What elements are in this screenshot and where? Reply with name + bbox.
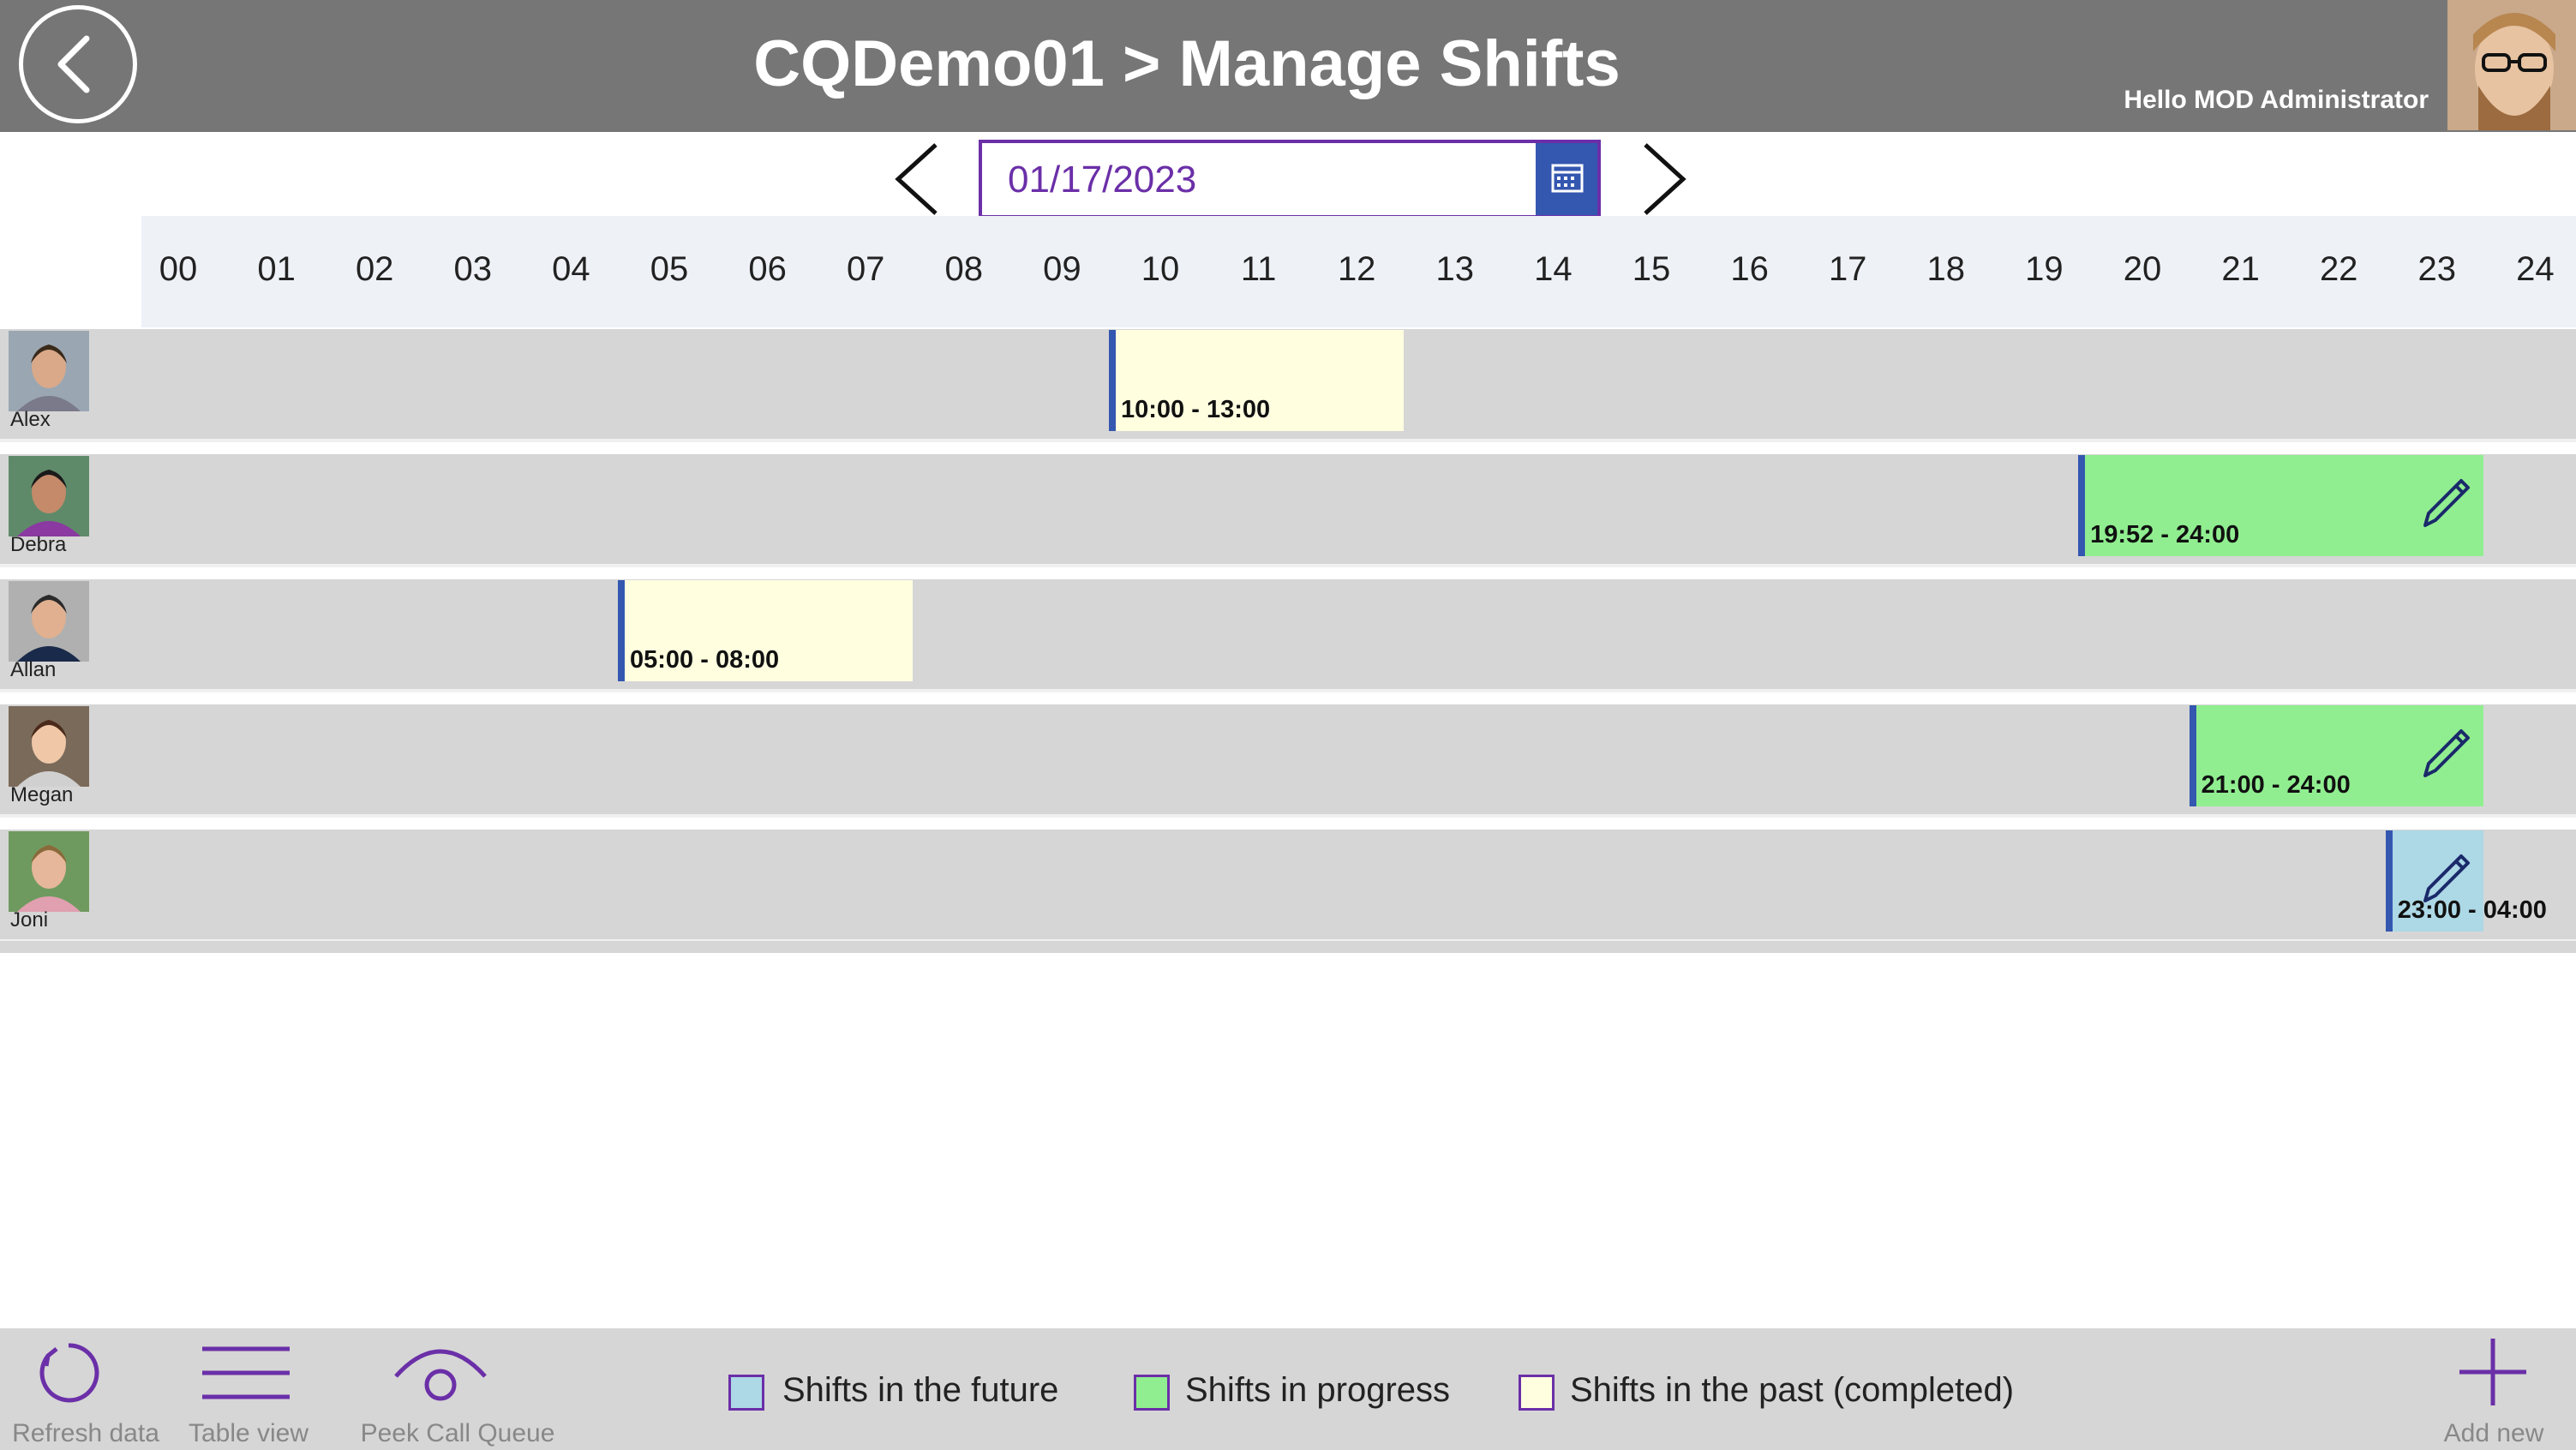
chevron-left-icon [895,143,938,215]
hour-label: 02 [355,250,394,288]
hour-label: 23 [2417,250,2457,288]
hour-label: 11 [1240,250,1277,288]
hour-label: 22 [2319,250,2358,288]
add-new-button[interactable] [2456,1335,2530,1412]
peek-call-queue-button[interactable] [391,1335,490,1412]
employee-photo [9,581,89,662]
hour-label: 09 [1043,250,1081,288]
legend-past-label: Shifts in the past (completed) [1570,1371,2015,1409]
hour-label: 24 [2516,250,2555,288]
hour-label: 15 [1632,250,1671,288]
employee-photo [9,331,89,411]
date-picker[interactable]: 01/17/2023 [979,140,1601,219]
peek-call-queue-label: Peek Call Queue [360,1419,555,1447]
date-value: 01/17/2023 [1008,159,1197,201]
refresh-icon [39,1343,99,1403]
edit-pencil-icon[interactable] [2417,722,2477,782]
previous-day-button[interactable] [891,140,943,219]
hour-label: 18 [1926,250,1966,288]
hour-label: 21 [2221,250,2260,288]
shift-time-label: 19:52 - 24:00 [2090,521,2240,548]
edit-pencil-icon[interactable] [2417,472,2477,532]
hour-label: 08 [944,250,984,288]
employee-row [0,830,2576,943]
employee-photo [9,456,89,536]
hour-label: 17 [1828,250,1867,288]
hour-label: 01 [257,250,296,288]
employee-photo [9,706,89,787]
hour-label: 20 [2123,250,2162,288]
employee-name: Alex [10,408,51,431]
hour-label: 05 [650,250,689,288]
employee-name: Allan [10,658,57,681]
hour-label: 13 [1435,250,1475,288]
shift-block-past[interactable]: 10:00 - 13:00 [1109,330,1404,431]
hour-label: 14 [1534,250,1573,288]
add-new-label: Add new [2443,1419,2544,1447]
calendar-button[interactable] [1536,143,1597,215]
employee-name: Debra [10,533,67,556]
eye-icon [394,1349,487,1401]
refresh-button[interactable] [34,1335,103,1412]
shift-block-past[interactable]: 05:00 - 08:00 [618,580,913,681]
timeline-divider [0,941,2576,953]
hour-label: 10 [1141,250,1180,288]
legend-past-swatch [1519,1375,1555,1411]
edit-pencil-icon[interactable] [2417,848,2477,908]
shift-block-in-progress[interactable]: 19:52 - 24:00 [2078,455,2484,556]
employee-row [0,579,2576,692]
hour-label: 03 [453,250,493,288]
refresh-label: Refresh data [12,1419,159,1447]
next-day-button[interactable] [1638,140,1690,219]
shift-time-label: 05:00 - 08:00 [630,646,780,674]
calendar-icon [1551,164,1584,193]
hour-label: 06 [748,250,787,288]
plus-icon [2459,1339,2526,1405]
table-view-button[interactable] [199,1335,293,1412]
page-title: CQDemo01 > Manage Shifts [753,27,1620,100]
user-avatar [2447,0,2576,130]
hour-label: 04 [552,250,590,288]
hamburger-icon [202,1346,290,1399]
shift-time-label: 10:00 - 13:00 [1121,396,1271,423]
legend-in-progress-swatch [1134,1375,1170,1411]
shift-block-in-progress[interactable]: 21:00 - 24:00 [2189,705,2484,806]
hour-label: 16 [1730,250,1769,288]
employee-name: Joni [10,908,49,932]
hour-label: 07 [846,250,885,288]
employee-photo [9,831,89,912]
hour-label: 19 [2025,250,2064,288]
legend-future-label: Shifts in the future [782,1371,1059,1409]
legend-in-progress-label: Shifts in progress [1185,1371,1451,1409]
legend-future-swatch [728,1375,764,1411]
hour-label: 12 [1337,250,1376,288]
shift-block-future[interactable]: 23:00 - 04:00 [2385,830,2547,932]
user-greeting: Hello MOD Administrator [2124,86,2429,114]
chevron-right-icon [1644,143,1686,215]
shift-time-label: 21:00 - 24:00 [2201,771,2351,799]
table-view-label: Table view [188,1419,309,1447]
employee-name: Megan [10,783,74,806]
hour-label: 00 [159,250,198,288]
